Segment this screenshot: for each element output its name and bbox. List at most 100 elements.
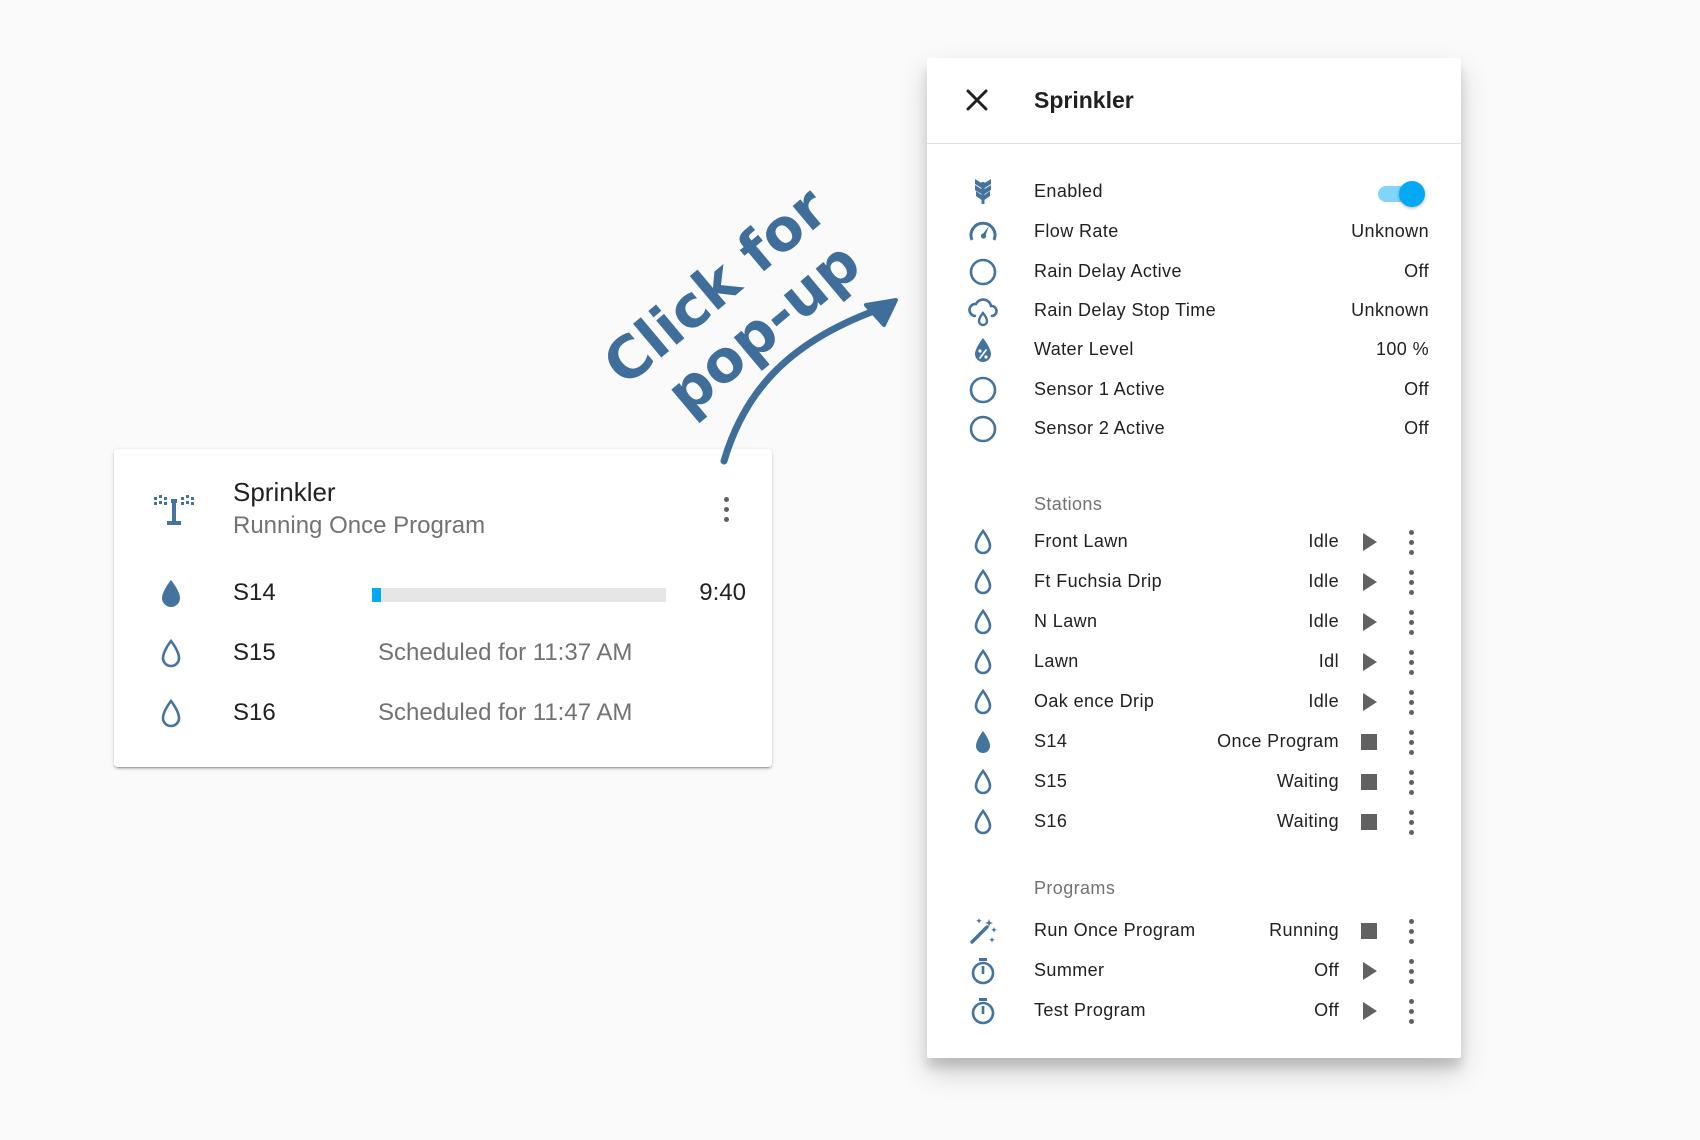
play-icon[interactable] [1357, 570, 1381, 594]
station-name: S15 [233, 639, 276, 666]
enabled-toggle[interactable] [1374, 181, 1426, 207]
annotation-arrow [720, 303, 889, 465]
program-row[interactable]: Test Program Off [927, 990, 1461, 1032]
water-filled-icon [976, 731, 990, 753]
attribute-row-enabled[interactable]: Enabled [927, 171, 1461, 213]
water-outline-icon [974, 528, 992, 555]
water-outline-icon [974, 808, 992, 835]
attribute-value: Unknown [1351, 221, 1429, 241]
attribute-value: Off [1404, 261, 1429, 281]
more-vertical-icon[interactable] [1401, 566, 1421, 598]
play-icon[interactable] [1357, 530, 1381, 554]
play-icon[interactable] [1357, 650, 1381, 674]
program-name: Test Program [1034, 1000, 1146, 1020]
stations-section-label: Stations [1034, 494, 1103, 514]
more-vertical-icon[interactable] [1401, 726, 1421, 758]
play-icon[interactable] [1357, 959, 1381, 983]
water-outline-icon [974, 648, 992, 675]
attribute-row-water-level: Water Level 100 % [927, 329, 1461, 371]
station-name: S15 [1034, 771, 1068, 791]
station-row[interactable]: N Lawn Idle [927, 601, 1461, 643]
more-vertical-icon[interactable] [1401, 915, 1421, 947]
close-icon[interactable] [963, 86, 991, 114]
station-state: Waiting [1276, 811, 1339, 831]
attribute-label: Enabled [1034, 181, 1103, 201]
program-state: Running [1269, 920, 1339, 940]
water-outline-icon [974, 608, 992, 635]
speedometer-icon [969, 221, 997, 241]
water-outline-icon [161, 638, 181, 668]
station-state: Idle [1308, 611, 1339, 631]
more-vertical-icon[interactable] [1401, 955, 1421, 987]
station-name: Lawn [1034, 651, 1079, 671]
stop-icon[interactable] [1357, 810, 1381, 834]
program-name: Summer [1034, 960, 1105, 980]
play-icon[interactable] [1357, 610, 1381, 634]
card-station-row[interactable]: S15 Scheduled for 11:37 AM [114, 625, 772, 681]
timer-outline-icon [971, 998, 995, 1025]
station-state: Idle [1308, 691, 1339, 711]
station-state: Waiting [1276, 771, 1339, 791]
station-row[interactable]: Ft Fuchsia Drip Idle [927, 561, 1461, 603]
attribute-label: Rain Delay Active [1034, 261, 1182, 281]
attribute-value: Off [1404, 379, 1429, 399]
station-state: Once Program [1217, 731, 1339, 751]
card-station-row[interactable]: S14 9:40 [114, 565, 772, 621]
more-vertical-icon[interactable] [1401, 606, 1421, 638]
station-state: Idle [1308, 531, 1339, 551]
more-vertical-icon[interactable] [1401, 766, 1421, 798]
remaining-time: 9:40 [699, 579, 746, 606]
more-vertical-icon[interactable] [1401, 806, 1421, 838]
water-filled-icon [162, 580, 180, 607]
station-row[interactable]: S16 Waiting [927, 801, 1461, 843]
attribute-value: 100 % [1375, 339, 1429, 359]
station-state: Idle [1308, 571, 1339, 591]
attribute-label: Flow Rate [1034, 221, 1119, 241]
circle-outline-icon [969, 376, 997, 404]
card-menu-button[interactable] [710, 489, 742, 529]
station-row[interactable]: Oak ence Drip Idle [927, 681, 1461, 723]
weather-pouring-icon [968, 298, 998, 327]
station-name: N Lawn [1034, 611, 1098, 631]
station-schedule: Scheduled for 11:37 AM [378, 639, 633, 666]
sprinkler-icon [154, 495, 194, 525]
stop-icon[interactable] [1357, 770, 1381, 794]
station-name: Front Lawn [1034, 531, 1129, 551]
attribute-label: Water Level [1034, 339, 1134, 359]
sprinkler-variant-icon [975, 179, 991, 204]
attribute-row-rain-delay-stop-time: Rain Delay Stop Time Unknown [927, 290, 1461, 332]
program-row[interactable]: Run Once Program Running [927, 910, 1461, 952]
water-outline-icon [161, 698, 181, 728]
program-state: Off [1314, 1000, 1339, 1020]
programs-section-label: Programs [1034, 878, 1116, 898]
attribute-value: Unknown [1351, 300, 1429, 320]
more-vertical-icon[interactable] [1401, 686, 1421, 718]
circle-outline-icon [969, 258, 997, 286]
station-row[interactable]: Front Lawn Idle [927, 521, 1461, 563]
card-station-row[interactable]: S16 Scheduled for 11:47 AM [114, 685, 772, 741]
station-row[interactable]: S14 Once Program [927, 721, 1461, 763]
more-vertical-icon[interactable] [1401, 646, 1421, 678]
annotation-line1: Click for [590, 173, 840, 398]
more-vertical-icon[interactable] [1401, 526, 1421, 558]
attribute-label: Rain Delay Stop Time [1034, 300, 1217, 320]
auto-fix-icon [970, 918, 997, 944]
water-percent-icon [975, 338, 991, 362]
sprinkler-card[interactable]: Sprinkler Running Once Program S14 9:40 … [114, 449, 772, 767]
attribute-label: Sensor 1 Active [1034, 379, 1166, 399]
more-vertical-icon[interactable] [1401, 995, 1421, 1027]
timer-outline-icon [971, 958, 995, 985]
program-name: Run Once Program [1034, 920, 1196, 940]
play-icon[interactable] [1357, 999, 1381, 1023]
station-name: S16 [233, 699, 276, 726]
program-row[interactable]: Summer Off [927, 950, 1461, 992]
stop-icon[interactable] [1357, 919, 1381, 943]
play-icon[interactable] [1357, 690, 1381, 714]
sprinkler-dialog[interactable]: Sprinkler Enabled Flow Rate Unknown Rain… [927, 58, 1461, 1058]
station-state: Idl [1318, 651, 1339, 671]
stop-icon[interactable] [1357, 730, 1381, 754]
station-name: Ft Fuchsia Drip [1034, 571, 1163, 591]
station-row[interactable]: Lawn Idl [927, 641, 1461, 683]
station-row[interactable]: S15 Waiting [927, 761, 1461, 803]
attribute-row-sensor-2: Sensor 2 Active Off [927, 408, 1461, 450]
